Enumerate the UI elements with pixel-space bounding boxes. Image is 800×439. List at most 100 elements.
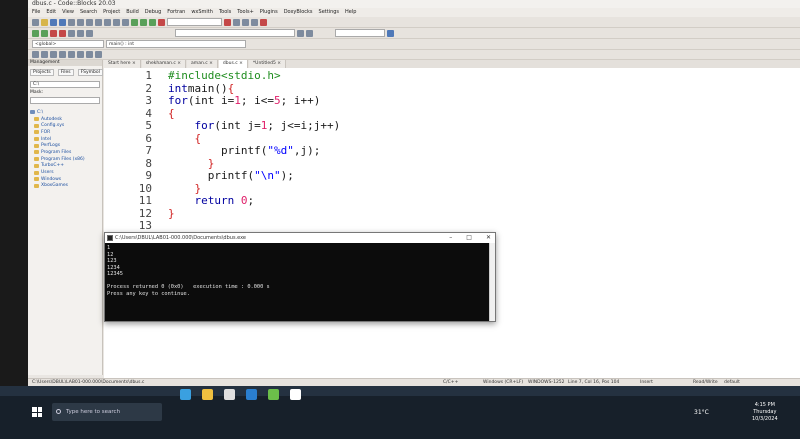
c-icon[interactable] [95,51,102,58]
step-out-icon[interactable] [251,18,258,26]
window-icon[interactable] [59,51,66,58]
scope-combo[interactable]: <global> [32,40,104,48]
tab-fsymbol[interactable]: FSymbol [77,69,103,76]
minimize-button[interactable]: – [449,233,452,243]
abort-icon[interactable] [158,18,165,26]
codeblocks-icon[interactable] [268,389,279,400]
editor-tab[interactable]: dbus.c × [218,60,248,68]
tree-item[interactable]: XboxGames [30,183,100,190]
tab-projects[interactable]: Projects [30,69,54,76]
paste-icon[interactable] [104,18,111,26]
editor-tab[interactable]: *Untitled5 × [248,60,287,68]
mask-field[interactable] [30,97,100,104]
build-icon[interactable] [131,18,138,26]
jump-forward-icon[interactable] [41,29,48,37]
menu-item-settings[interactable]: Settings [319,8,340,17]
editor-tab[interactable]: shekhaman.c × [141,60,187,68]
tree-item[interactable]: Program Files [30,149,100,156]
function-combo[interactable]: main() : int [106,40,246,48]
jump-back-icon[interactable] [32,29,39,37]
new-file-icon[interactable] [32,18,39,26]
menu-item-file[interactable]: File [32,8,40,17]
menu-item-help[interactable]: Help [345,8,356,17]
edge-icon[interactable] [180,389,191,400]
editor-area[interactable] [104,60,800,378]
stop-debug-icon[interactable] [260,18,267,26]
search-next-icon[interactable] [306,29,313,37]
tab-files[interactable]: Files [57,69,74,76]
menu-item-tools-[interactable]: Tools+ [237,8,254,17]
mail-icon[interactable] [246,389,257,400]
layout-icon[interactable] [41,51,48,58]
tree-item[interactable]: Program Files (x86) [30,156,100,163]
file-explorer-icon[interactable] [202,389,213,400]
debug-icon[interactable] [224,18,231,26]
menu-item-tools[interactable]: Tools [219,8,231,17]
open-icon[interactable] [41,18,48,26]
menu-item-search[interactable]: Search [80,8,97,17]
tree-item[interactable]: Config.sys [30,122,100,129]
page-icon[interactable] [32,51,39,58]
menu-item-plugins[interactable]: Plugins [260,8,278,17]
step-into-icon[interactable] [242,18,249,26]
menu-item-build[interactable]: Build [126,8,139,17]
comment-icon[interactable] [68,29,75,37]
code-line[interactable]: } [168,207,175,221]
editor-tab[interactable]: aman.c × [187,60,218,68]
tree-item-label: Program Files (x86) [41,156,85,162]
doc-icon[interactable] [86,51,93,58]
replace-icon[interactable] [122,18,129,26]
run-icon[interactable] [140,18,147,26]
copy-icon[interactable] [95,18,102,26]
find-icon[interactable] [113,18,120,26]
menu-item-view[interactable]: View [62,8,74,17]
regex-combo[interactable] [335,29,385,37]
toggle-comment-icon[interactable] [86,29,93,37]
menu-item-project[interactable]: Project [103,8,120,17]
save-all-icon[interactable] [59,18,66,26]
editor-tab[interactable]: Start here × [104,60,141,68]
tree-item[interactable]: Intel [30,136,100,143]
tree-item[interactable]: Autodesk [30,116,100,123]
search-combo[interactable] [175,29,295,37]
panel-icon[interactable] [50,51,57,58]
bookmark-icon[interactable] [50,29,57,37]
step-icon[interactable] [233,18,240,26]
redo-icon[interactable] [77,18,84,26]
bookmark-next-icon[interactable] [59,29,66,37]
console-scrollbar[interactable] [489,243,495,321]
menu-item-debug[interactable]: Debug [145,8,161,17]
clock[interactable]: 4:15 PM Thursday 10/3/2024 [752,402,778,423]
tree-item[interactable]: FOR [30,129,100,136]
zoom-icon[interactable] [387,29,394,37]
tree-item[interactable]: Users [30,169,100,176]
windows-start-icon[interactable] [32,407,42,417]
console-task-icon[interactable] [290,389,301,400]
save-icon[interactable] [50,18,57,26]
tree-item[interactable]: Windows [30,176,100,183]
store-icon[interactable] [224,389,235,400]
undo-icon[interactable] [68,18,75,26]
bar-icon[interactable] [77,51,84,58]
cut-icon[interactable] [86,18,93,26]
search-prev-icon[interactable] [297,29,304,37]
menu-item-edit[interactable]: Edit [46,8,56,17]
menu-item-wxsmith[interactable]: wxSmith [191,8,213,17]
menu-item-doxyblocks[interactable]: DoxyBlocks [284,8,313,17]
weather[interactable]: 31°C [694,409,709,416]
build-target-combo[interactable] [167,18,222,26]
build-run-icon[interactable] [149,18,156,26]
tree-item[interactable]: PerfLogs [30,142,100,149]
split-icon[interactable] [68,51,75,58]
code-line[interactable]: for(int i=1; i<=5; i++) [168,94,320,108]
close-button[interactable]: ✕ [486,233,491,243]
uncomment-icon[interactable] [77,29,84,37]
maximize-button[interactable]: □ [466,233,472,243]
tree-item[interactable]: TurboC++ [30,163,100,170]
path-field[interactable]: C:\ [30,81,100,88]
console-window[interactable]: C:\Users\DBUL\LAB01-000.000\Documents\db… [104,232,496,322]
tree-item[interactable]: C:\ [30,109,100,116]
code-line[interactable]: return 0; [168,194,255,208]
menu-item-fortran[interactable]: Fortran [167,8,185,17]
taskbar-search[interactable]: Type here to search [52,403,162,421]
